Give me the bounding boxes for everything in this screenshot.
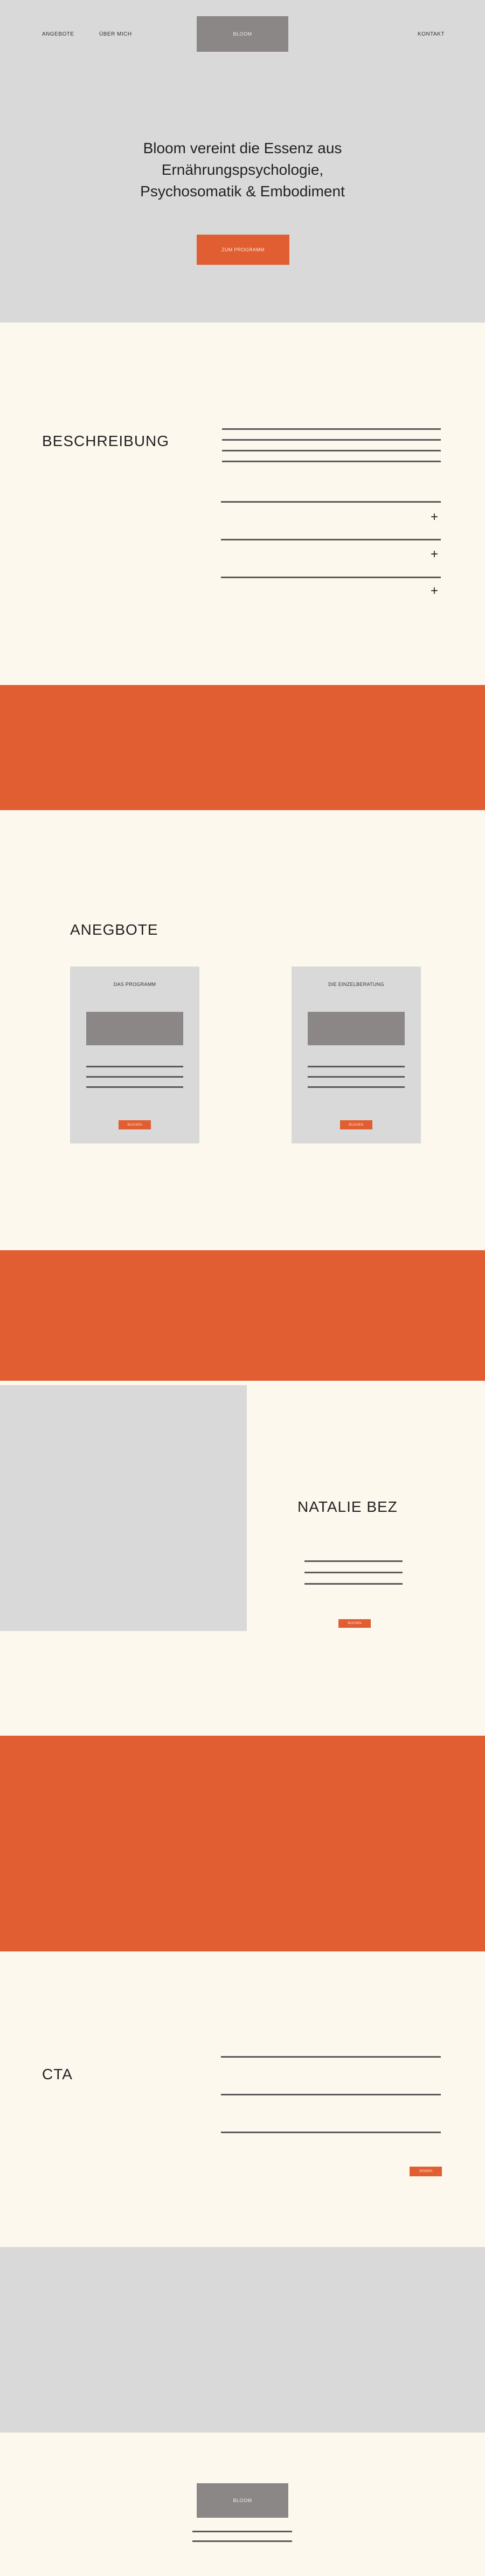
orange-band	[0, 685, 485, 810]
text-placeholder-line	[222, 439, 441, 441]
orange-band	[0, 1736, 485, 1951]
accordion-divider	[221, 577, 441, 578]
footer-line	[192, 2531, 292, 2532]
text-placeholder-line	[86, 1086, 183, 1088]
text-placeholder-line	[308, 1066, 405, 1067]
hero-title-line: Ernährungspsychologie,	[161, 161, 324, 178]
form-field-line[interactable]	[221, 2056, 441, 2058]
portrait-image-placeholder	[0, 1385, 247, 1631]
text-placeholder-line	[86, 1066, 183, 1067]
logo[interactable]: BLOOM	[197, 16, 288, 52]
logo-text: BLOOM	[233, 31, 252, 37]
offer-card-image	[308, 1012, 405, 1045]
hero-title-line: Psychosomatik & Embodiment	[140, 183, 345, 200]
footer-line	[192, 2540, 292, 2542]
offer-card: DIE EINZELBERATUNG BUCHEN	[292, 967, 421, 1143]
accordion-expand-icon[interactable]: +	[431, 548, 438, 561]
image-placeholder	[0, 2247, 485, 2433]
page: ANGEBOTE ÜBER MICH BLOOM KONTAKT Bloom v…	[0, 0, 485, 2576]
text-placeholder-line	[86, 1076, 183, 1078]
orange-band	[0, 1250, 485, 1381]
nav-link-kontakt[interactable]: KONTAKT	[418, 31, 445, 37]
text-placeholder-line	[308, 1076, 405, 1078]
offer-card: DAS PROGRAMM BUCHEN	[70, 967, 199, 1143]
footer-logo-text: BLOOM	[233, 2498, 252, 2503]
accordion-divider	[221, 539, 441, 540]
form-field-line[interactable]	[221, 2094, 441, 2095]
text-placeholder-line	[308, 1086, 405, 1088]
buchen-button[interactable]: BUCHEN	[340, 1120, 372, 1129]
buchen-button[interactable]: BUCHEN	[119, 1120, 151, 1129]
text-placeholder-line	[304, 1560, 403, 1562]
angebote-heading: ANEGBOTE	[70, 921, 158, 938]
natalie-heading: NATALIE BEZ	[297, 1498, 398, 1515]
buchen-button[interactable]: BUCHEN	[338, 1619, 371, 1628]
text-placeholder-line	[304, 1572, 403, 1573]
accordion-expand-icon[interactable]: +	[431, 511, 438, 524]
footer-logo[interactable]: BLOOM	[197, 2483, 288, 2518]
text-placeholder-line	[222, 461, 441, 462]
form-field-line[interactable]	[221, 2132, 441, 2133]
accordion-expand-icon[interactable]: +	[431, 585, 438, 598]
cta-heading: CTA	[42, 2066, 73, 2082]
offer-card-image	[86, 1012, 183, 1045]
text-placeholder-line	[304, 1583, 403, 1585]
beschreibung-heading: BESCHREIBUNG	[42, 433, 170, 449]
text-placeholder-line	[222, 450, 441, 451]
accordion-divider	[221, 501, 441, 503]
offer-card-title: DAS PROGRAMM	[113, 982, 156, 987]
nav-link-ueber-mich[interactable]: ÜBER MICH	[99, 31, 132, 37]
offer-card-title: DIE EINZELBERATUNG	[328, 982, 384, 987]
senden-button[interactable]: SENDEN	[410, 2167, 442, 2176]
hero-title-line: Bloom vereint die Essenz aus	[143, 140, 342, 156]
nav-link-angebote[interactable]: ANGEBOTE	[42, 31, 74, 37]
text-placeholder-line	[222, 428, 441, 430]
hero-section: ANGEBOTE ÜBER MICH BLOOM KONTAKT Bloom v…	[0, 0, 485, 323]
hero-title: Bloom vereint die Essenz aus Ernährungsp…	[81, 138, 404, 202]
zum-programm-button[interactable]: ZUM PROGRAMM	[197, 235, 289, 265]
